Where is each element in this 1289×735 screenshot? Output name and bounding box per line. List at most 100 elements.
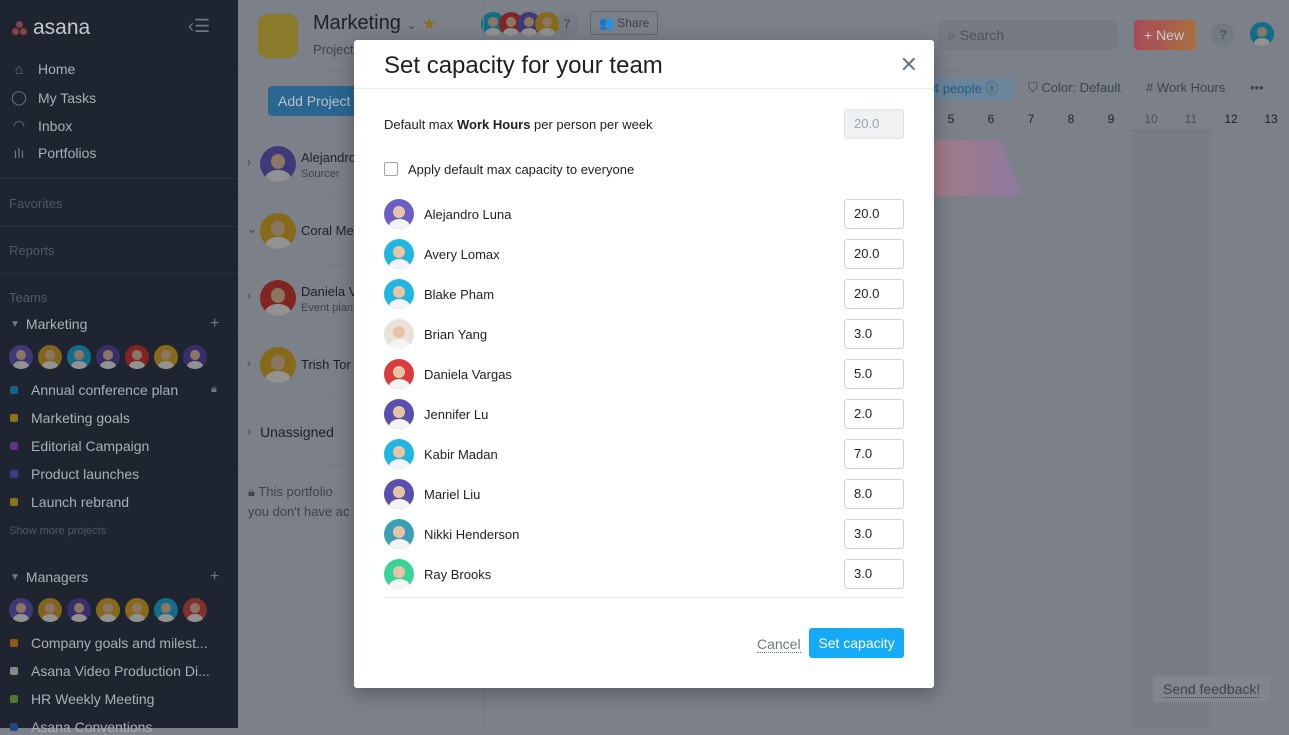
avatar[interactable] [96, 345, 120, 369]
nav-label: Inbox [38, 117, 73, 134]
search-placeholder: Search [959, 27, 1005, 43]
star-icon[interactable]: ★ [422, 16, 436, 33]
capacity-input[interactable]: 3.0 [844, 519, 904, 549]
chevron-down-icon[interactable]: ⌄ [406, 18, 416, 32]
asana-logo[interactable]: asana [12, 16, 90, 40]
capacity-input[interactable]: 2.0 [844, 399, 904, 429]
project-name: Company goals and milest... [31, 635, 208, 651]
apply-default-label[interactable]: Apply default max capacity to everyone [408, 162, 634, 177]
share-button[interactable]: 👥 Share [590, 11, 659, 35]
avatar[interactable] [38, 598, 62, 622]
day-number: 6 [987, 112, 995, 126]
nav-home[interactable]: ⌂ Home [10, 61, 76, 77]
capacity-input[interactable]: 3.0 [844, 319, 904, 349]
avatar[interactable] [67, 598, 91, 622]
sidebar-project[interactable]: Product launches [10, 466, 139, 482]
team-members [9, 598, 207, 622]
day-number: 12 [1224, 112, 1238, 126]
reports-link[interactable]: Reports [9, 243, 55, 258]
chevron-right-icon[interactable]: › [247, 356, 251, 370]
avatar[interactable] [154, 598, 178, 622]
chevron-right-icon[interactable]: › [247, 289, 251, 303]
project-title[interactable]: Marketing ⌄ ★ [313, 12, 436, 35]
capacity-dialog: Set capacity for your team ✕ Default max… [354, 40, 934, 688]
nav-my-tasks[interactable]: ◯ My Tasks [10, 89, 96, 106]
avatar[interactable] [125, 598, 149, 622]
show-more-projects[interactable]: Show more projects [9, 525, 106, 537]
add-project-icon[interactable]: + [210, 568, 219, 586]
default-hours-label: Default max Work Hours per person per we… [384, 117, 653, 132]
sidebar-project[interactable]: HR Weekly Meeting [10, 691, 154, 707]
team-name: Marketing [25, 316, 88, 332]
avatar [535, 12, 559, 36]
avatar[interactable] [183, 598, 207, 622]
sidebar: asana ‹☰ ⌂ Home ◯ My Tasks ◠ Inbox ılı Portf… [0, 0, 238, 735]
person-row: Daniela Vargas [384, 359, 512, 389]
nav-inbox[interactable]: ◠ Inbox [10, 117, 72, 134]
color-button[interactable]: ⛉ Color: Default [1028, 80, 1121, 96]
avatar [260, 280, 296, 316]
title-text: Marketing [313, 12, 401, 34]
avatar[interactable] [125, 345, 149, 369]
avatar[interactable] [183, 345, 207, 369]
close-icon[interactable]: ✕ [900, 52, 918, 78]
person-row: Jennifer Lu [384, 399, 488, 429]
caret-down-icon: ▼ [10, 318, 20, 330]
project-color-dot [10, 695, 18, 703]
set-capacity-button[interactable]: Set capacity [809, 628, 904, 658]
project-color-dot [10, 470, 18, 478]
capacity-input[interactable]: 20.0 [844, 199, 904, 229]
capacity-input[interactable]: 20.0 [844, 279, 904, 309]
team-managers[interactable]: ▼ Managers [10, 569, 88, 585]
sidebar-project[interactable]: Asana Conventions [10, 719, 152, 735]
sidebar-project[interactable]: Company goals and milest... [10, 635, 208, 651]
avatar [384, 399, 414, 429]
add-project-icon[interactable]: + [210, 315, 219, 333]
apply-default-checkbox[interactable] [384, 162, 398, 176]
capacity-input[interactable]: 20.0 [844, 239, 904, 269]
capacity-input[interactable]: 8.0 [844, 479, 904, 509]
day-number: 13 [1264, 112, 1278, 126]
default-hours-input[interactable]: 20.0 [844, 109, 904, 139]
sidebar-project[interactable]: Launch rebrand [10, 494, 129, 510]
sidebar-project[interactable]: Asana Video Production Di... [10, 663, 210, 679]
add-project-button[interactable]: Add Project [268, 86, 361, 116]
people-filter[interactable]: 4 people ⓧ [928, 78, 1013, 100]
person-row: Ray Brooks [384, 559, 491, 589]
avatar [384, 559, 414, 589]
avatar[interactable] [96, 598, 120, 622]
chevron-right-icon[interactable]: › [247, 155, 251, 169]
more-icon[interactable]: ••• [1250, 80, 1264, 95]
avatar[interactable] [67, 345, 91, 369]
capacity-input[interactable]: 3.0 [844, 559, 904, 589]
member-avatars[interactable]: 7 [481, 12, 579, 36]
cancel-button[interactable]: Cancel [757, 636, 801, 653]
capacity-input[interactable]: 7.0 [844, 439, 904, 469]
avatar[interactable] [9, 598, 33, 622]
nav-portfolios[interactable]: ılı Portfolios [10, 145, 97, 161]
project-name: Annual conference plan [31, 382, 179, 398]
sidebar-project[interactable]: Marketing goals [10, 410, 130, 426]
search-input[interactable]: ⌕ Search [938, 20, 1118, 50]
field-button[interactable]: # Work Hours [1146, 80, 1225, 95]
avatar[interactable] [9, 345, 33, 369]
sidebar-project[interactable]: Editorial Campaign [10, 438, 149, 454]
user-avatar[interactable] [1250, 22, 1274, 46]
project-name: Product launches [31, 466, 140, 482]
person-row: Kabir Madan [384, 439, 498, 469]
project-color-dot [10, 723, 18, 731]
clear-filter-icon[interactable]: ⓧ [986, 81, 999, 96]
capacity-input[interactable]: 5.0 [844, 359, 904, 389]
send-feedback-button[interactable]: Send feedback! [1153, 676, 1271, 702]
new-button[interactable]: + New [1134, 20, 1196, 50]
sidebar-project[interactable]: Annual conference plan [10, 382, 178, 398]
avatar [384, 239, 414, 269]
collapse-sidebar-icon[interactable]: ‹☰ [188, 16, 210, 37]
divider [0, 273, 238, 274]
avatar[interactable] [38, 345, 62, 369]
help-button[interactable]: ? [1211, 23, 1235, 47]
chevron-down-icon[interactable]: ⌄ [247, 222, 257, 236]
tab-projects[interactable]: Projects [313, 42, 360, 57]
team-marketing[interactable]: ▼ Marketing [10, 316, 87, 332]
avatar[interactable] [154, 345, 178, 369]
